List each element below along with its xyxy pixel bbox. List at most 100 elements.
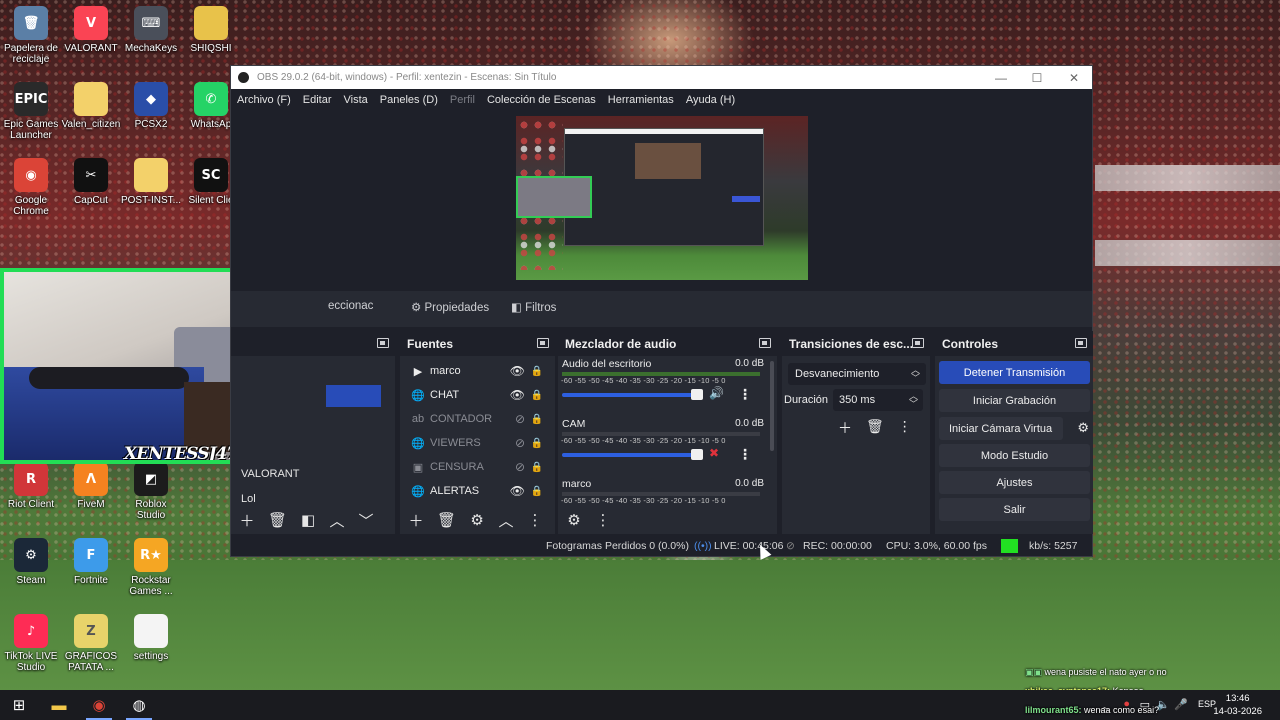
eye-off-icon[interactable]: ⊘: [515, 412, 525, 426]
desktop-icon[interactable]: ◉ Google Chrome: [0, 158, 62, 234]
desktop-icon[interactable]: R★ Rockstar Games ...: [120, 538, 182, 614]
source-item[interactable]: 🌐 ALERTAS 👁 🔒: [400, 479, 555, 503]
volume-slider-handle[interactable]: [691, 389, 703, 400]
file-explorer-icon[interactable]: ▬: [40, 690, 78, 720]
menu-perfil[interactable]: Perfil: [450, 94, 475, 106]
obs-taskbar-icon[interactable]: ◍: [120, 690, 158, 720]
volume-slider-handle[interactable]: [691, 449, 703, 460]
source-item[interactable]: ▶ marco 👁 🔒: [400, 359, 555, 383]
maximize-icon[interactable]: ☐: [1019, 66, 1055, 89]
undock-icon[interactable]: [377, 338, 389, 348]
mic-icon[interactable]: 🎤: [1174, 698, 1188, 711]
stop-stream-button[interactable]: Detener Transmisión: [939, 361, 1090, 384]
gear-icon[interactable]: ⚙: [469, 511, 485, 529]
desktop-icon[interactable]: Z GRAFICOS PATATA ...: [60, 614, 122, 690]
more-icon[interactable]: ⋮: [595, 511, 611, 529]
desktop-icon[interactable]: POST-INST...: [120, 158, 182, 234]
obs-titlebar[interactable]: OBS 29.0.2 (64-bit, windows) - Perfil: x…: [231, 66, 1092, 89]
volume-slider[interactable]: [562, 453, 702, 457]
add-icon[interactable]: ＋: [838, 418, 852, 438]
chevron-up-icon[interactable]: ︿: [329, 510, 345, 531]
virtual-camera-button[interactable]: Iniciar Cámara Virtua: [939, 417, 1063, 440]
menu-herramientas[interactable]: Herramientas: [608, 94, 674, 106]
source-item[interactable]: 🌐 VIEWERS ⊘ 🔒: [400, 431, 555, 455]
stream-preview[interactable]: [516, 116, 808, 280]
trash-icon[interactable]: 🗑: [866, 418, 884, 438]
desktop-icon[interactable]: ◩ Roblox Studio: [120, 462, 182, 538]
undock-icon[interactable]: [912, 338, 924, 348]
desktop-icon[interactable]: Λ FiveM: [60, 462, 122, 538]
source-item[interactable]: ▣ CENSURA ⊘ 🔒: [400, 455, 555, 479]
menu-vista[interactable]: Vista: [344, 94, 368, 106]
desktop-icon[interactable]: ♪ TikTok LIVE Studio: [0, 614, 62, 690]
undock-icon[interactable]: [537, 338, 549, 348]
menu-ayuda[interactable]: Ayuda (H): [686, 94, 735, 106]
desktop-icon[interactable]: ⌨ MechaKeys: [120, 6, 182, 82]
speaker-muted-icon[interactable]: ✖: [709, 446, 719, 460]
scene-selected-highlight[interactable]: [326, 385, 381, 407]
lock-icon[interactable]: 🔒: [531, 366, 543, 377]
eye-off-icon[interactable]: ⊘: [515, 436, 525, 450]
lock-icon[interactable]: 🔒: [531, 390, 543, 401]
settings-button[interactable]: Ajustes: [939, 471, 1090, 494]
more-icon[interactable]: ⋮: [738, 446, 752, 463]
eye-icon[interactable]: 👁: [510, 364, 525, 378]
obs-window[interactable]: OBS 29.0.2 (64-bit, windows) - Perfil: x…: [230, 65, 1093, 557]
undock-icon[interactable]: [759, 338, 771, 348]
chrome-taskbar-icon[interactable]: ◉: [80, 690, 118, 720]
scene-item[interactable]: VALORANT: [241, 468, 299, 480]
minimize-icon[interactable]: —: [983, 66, 1019, 89]
spinner-arrows-icon[interactable]: ︿ ﹀: [909, 392, 918, 409]
trash-icon[interactable]: 🗑: [437, 511, 456, 529]
chevron-down-icon[interactable]: ﹀: [358, 510, 374, 531]
properties-button[interactable]: ⚙ Propiedades: [411, 300, 489, 314]
clock[interactable]: 13:46 14-03-2026: [1213, 692, 1262, 718]
exit-button[interactable]: Salir: [939, 498, 1090, 521]
gear-icon[interactable]: ⚙: [1077, 420, 1089, 436]
desktop-icon[interactable]: V VALORANT: [60, 6, 122, 82]
source-item[interactable]: 🌐 CHAT 👁 🔒: [400, 383, 555, 407]
volume-slider[interactable]: [562, 393, 702, 397]
eye-icon[interactable]: 👁: [510, 484, 525, 498]
more-icon[interactable]: ⋮: [898, 418, 912, 438]
add-icon[interactable]: ＋: [408, 510, 424, 531]
eye-off-icon[interactable]: ⊘: [515, 460, 525, 474]
windows-start-icon[interactable]: ⊞: [0, 690, 38, 720]
image-icon: ▣: [412, 461, 424, 474]
add-icon[interactable]: ＋: [239, 510, 255, 531]
menu-paneles[interactable]: Paneles (D): [380, 94, 438, 106]
duration-input[interactable]: 350 ms ︿ ﹀: [833, 389, 923, 411]
lock-icon[interactable]: 🔒: [531, 486, 543, 497]
lock-icon[interactable]: 🔒: [531, 414, 543, 425]
more-icon[interactable]: ⋮: [738, 386, 752, 403]
more-icon[interactable]: ⋮: [527, 511, 543, 529]
desktop-icon[interactable]: R Riot Client: [0, 462, 62, 538]
transition-select[interactable]: Desvanecimiento ︿ ﹀: [788, 363, 926, 385]
filter-icon[interactable]: ◧: [300, 511, 316, 529]
filters-button[interactable]: ◧ Filtros: [511, 300, 556, 314]
desktop-icon[interactable]: 🗑 Papelera de reciclaje: [0, 6, 62, 82]
close-icon[interactable]: ✕: [1056, 66, 1092, 89]
desktop-icon[interactable]: ⚙ Steam: [0, 538, 62, 614]
desktop-icon[interactable]: F Fortnite: [60, 538, 122, 614]
desktop-icon[interactable]: ✂ CapCut: [60, 158, 122, 234]
desktop-icon[interactable]: ◆ PCSX2: [120, 82, 182, 158]
desktop-icon[interactable]: Valen_citizen: [60, 82, 122, 158]
menu-coleccion-escenas[interactable]: Colección de Escenas: [487, 94, 596, 106]
lock-icon[interactable]: 🔒: [531, 462, 543, 473]
eye-icon[interactable]: 👁: [510, 388, 525, 402]
source-item[interactable]: ab CONTADOR ⊘ 🔒: [400, 407, 555, 431]
menu-editar[interactable]: Editar: [303, 94, 332, 106]
undock-icon[interactable]: [1075, 338, 1087, 348]
chevron-up-icon[interactable]: ︿: [498, 510, 514, 531]
scene-item[interactable]: Lol: [241, 493, 256, 505]
desktop-icon[interactable]: settings: [120, 614, 182, 690]
speaker-icon[interactable]: 🔊: [709, 386, 724, 400]
start-recording-button[interactable]: Iniciar Grabación: [939, 389, 1090, 412]
lock-icon[interactable]: 🔒: [531, 438, 543, 449]
desktop-icon[interactable]: EPIC Epic Games Launcher: [0, 82, 62, 158]
menu-archivo[interactable]: Archivo (F): [237, 94, 291, 106]
studio-mode-button[interactable]: Modo Estudio: [939, 444, 1090, 467]
trash-icon[interactable]: 🗑: [268, 511, 287, 529]
mixer-settings-icon[interactable]: ⚙: [566, 511, 582, 529]
